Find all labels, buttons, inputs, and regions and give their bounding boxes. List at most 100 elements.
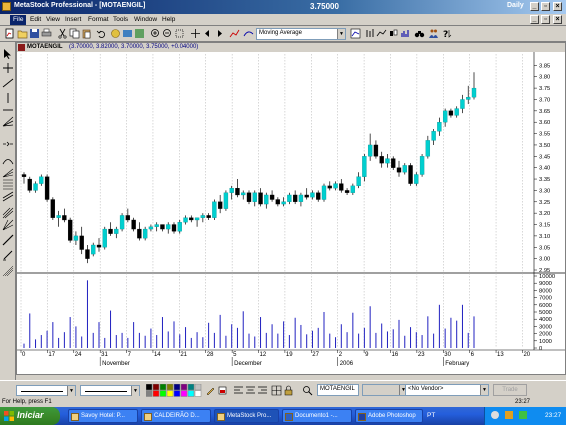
fan-tool-icon[interactable] bbox=[2, 166, 14, 178]
symbol-dropdown[interactable]: ▼ bbox=[362, 384, 408, 396]
line-weight-select[interactable]: ▼ bbox=[80, 385, 140, 396]
close-button[interactable]: × bbox=[553, 2, 562, 11]
scroll-right-icon[interactable] bbox=[214, 28, 225, 39]
task-documento1[interactable]: Documento1 -... bbox=[282, 409, 352, 423]
gann-tool-icon[interactable] bbox=[2, 219, 14, 231]
pointer-tool-icon[interactable] bbox=[2, 48, 14, 60]
andrews-pitchfork-tool-icon[interactable] bbox=[2, 207, 14, 219]
metastock-app-icon[interactable] bbox=[2, 2, 11, 11]
language-indicator[interactable]: PT bbox=[427, 412, 435, 419]
color-palette[interactable] bbox=[145, 383, 202, 397]
line-style-select[interactable]: ▼ bbox=[16, 385, 76, 396]
zoom-box-icon[interactable] bbox=[174, 28, 185, 39]
color-swatch[interactable] bbox=[145, 390, 153, 397]
menu-view[interactable]: View bbox=[43, 15, 63, 25]
color-swatch[interactable] bbox=[152, 383, 160, 391]
menu-window[interactable]: Window bbox=[131, 15, 160, 25]
symbol-lock-icon[interactable] bbox=[283, 385, 294, 396]
task-caldeirao[interactable]: CALDEIRÃO D... bbox=[141, 409, 211, 423]
binoculars-icon[interactable] bbox=[414, 28, 425, 39]
fibonacci-tool-icon[interactable] bbox=[2, 178, 14, 190]
color-swatch[interactable] bbox=[152, 390, 160, 397]
print-icon[interactable] bbox=[41, 28, 52, 39]
undo-icon[interactable] bbox=[96, 28, 107, 39]
align-right-icon[interactable] bbox=[257, 385, 268, 396]
task-metastock[interactable]: MetaStock Pro... bbox=[214, 409, 279, 423]
menu-format[interactable]: Format bbox=[85, 15, 112, 25]
indicator-select[interactable]: Moving Average ▼ bbox=[256, 28, 346, 40]
tray-clock[interactable]: 23:27 bbox=[545, 412, 561, 419]
tray-app-icon[interactable] bbox=[519, 411, 527, 419]
color-swatch[interactable] bbox=[173, 383, 181, 391]
open-icon[interactable] bbox=[17, 28, 28, 39]
channel-tool-icon[interactable] bbox=[2, 190, 14, 202]
trade-button[interactable]: Trade bbox=[493, 384, 527, 396]
expert-advisor-icon[interactable] bbox=[110, 28, 121, 39]
people-icon[interactable] bbox=[428, 28, 439, 39]
text-tool-icon[interactable] bbox=[2, 249, 14, 261]
speed-line-tool-icon[interactable] bbox=[2, 116, 14, 128]
cut-icon[interactable] bbox=[57, 28, 68, 39]
start-button[interactable]: Iniciar bbox=[0, 407, 60, 425]
price-volume-chart[interactable]: 3.85 3.80 3.75 3.70 3.65 3.60 3.55 3.50 3.45 3.40… bbox=[17, 52, 565, 374]
volume-icon[interactable] bbox=[400, 28, 411, 39]
doc-close-button[interactable]: × bbox=[553, 15, 562, 24]
color-swatch[interactable] bbox=[173, 390, 181, 397]
save-icon[interactable] bbox=[29, 28, 40, 39]
paste-icon[interactable] bbox=[81, 28, 92, 39]
color-swatch[interactable] bbox=[166, 383, 174, 391]
chevron-down-icon[interactable]: ▼ bbox=[67, 386, 75, 396]
vertical-line-tool-icon[interactable] bbox=[2, 92, 14, 104]
chevron-down-icon[interactable]: ▼ bbox=[480, 385, 488, 395]
doc-minimize-button[interactable]: _ bbox=[530, 15, 539, 24]
doc-restore-button[interactable]: ▫ bbox=[541, 15, 550, 24]
horizontal-line-tool-icon[interactable] bbox=[2, 104, 14, 116]
menu-insert[interactable]: Insert bbox=[62, 15, 84, 25]
indicator-icon[interactable] bbox=[243, 28, 254, 39]
cycle-lines-tool-icon[interactable] bbox=[2, 138, 14, 150]
vendor-select[interactable]: <No Vendor> ▼ bbox=[405, 384, 489, 396]
copy-icon[interactable] bbox=[69, 28, 80, 39]
pencil-icon[interactable] bbox=[205, 385, 216, 396]
trendline-tool-icon[interactable] bbox=[2, 77, 14, 89]
quadrant-tool-icon[interactable] bbox=[2, 234, 14, 246]
color-swatch[interactable] bbox=[159, 390, 167, 397]
line-style-icon[interactable] bbox=[376, 28, 387, 39]
bar-style-icon[interactable] bbox=[364, 28, 375, 39]
menu-edit[interactable]: Edit bbox=[27, 15, 44, 25]
color-swatch[interactable] bbox=[166, 390, 174, 397]
align-left-icon[interactable] bbox=[233, 385, 244, 396]
color-swatch[interactable] bbox=[180, 383, 188, 391]
grid-icon[interactable] bbox=[271, 385, 282, 396]
tray-network-icon[interactable] bbox=[491, 411, 499, 419]
zoom-out-icon[interactable] bbox=[162, 28, 173, 39]
zoom-in-icon[interactable] bbox=[150, 28, 161, 39]
scroll-left-icon[interactable] bbox=[202, 28, 213, 39]
help-icon[interactable]: ? bbox=[442, 28, 453, 40]
task-savoy-hotel[interactable]: Savoy Hotel: P... bbox=[68, 409, 138, 423]
color-swatch[interactable] bbox=[180, 390, 188, 397]
erase-tool-icon[interactable] bbox=[2, 265, 14, 277]
menu-help[interactable]: Help bbox=[159, 15, 178, 25]
color-swatch[interactable] bbox=[194, 383, 202, 391]
crosshair-icon[interactable] bbox=[190, 28, 201, 39]
color-swatch[interactable] bbox=[187, 383, 195, 391]
task-photoshop[interactable]: Adobe Photoshop bbox=[355, 409, 423, 423]
color-swatch[interactable] bbox=[187, 390, 195, 397]
system-tester-icon[interactable] bbox=[134, 28, 145, 39]
chevron-down-icon[interactable]: ▼ bbox=[131, 386, 139, 396]
symbol-field[interactable]: MOTAENGIL bbox=[317, 384, 359, 396]
menu-file[interactable]: File bbox=[10, 15, 27, 25]
candlestick-style-icon[interactable] bbox=[388, 28, 399, 39]
minimize-button[interactable]: _ bbox=[530, 2, 539, 11]
paint-icon[interactable] bbox=[217, 385, 228, 396]
color-swatch[interactable] bbox=[145, 383, 153, 391]
color-swatch[interactable] bbox=[194, 390, 202, 397]
chevron-down-icon[interactable]: ▼ bbox=[337, 29, 345, 39]
color-swatch[interactable] bbox=[159, 383, 167, 391]
arc-tool-icon[interactable] bbox=[2, 154, 14, 166]
explorer-icon[interactable] bbox=[122, 28, 133, 39]
restore-button[interactable]: ▫ bbox=[541, 2, 550, 11]
menu-tools[interactable]: Tools bbox=[110, 15, 131, 25]
crosshair-tool-icon[interactable] bbox=[2, 62, 14, 74]
